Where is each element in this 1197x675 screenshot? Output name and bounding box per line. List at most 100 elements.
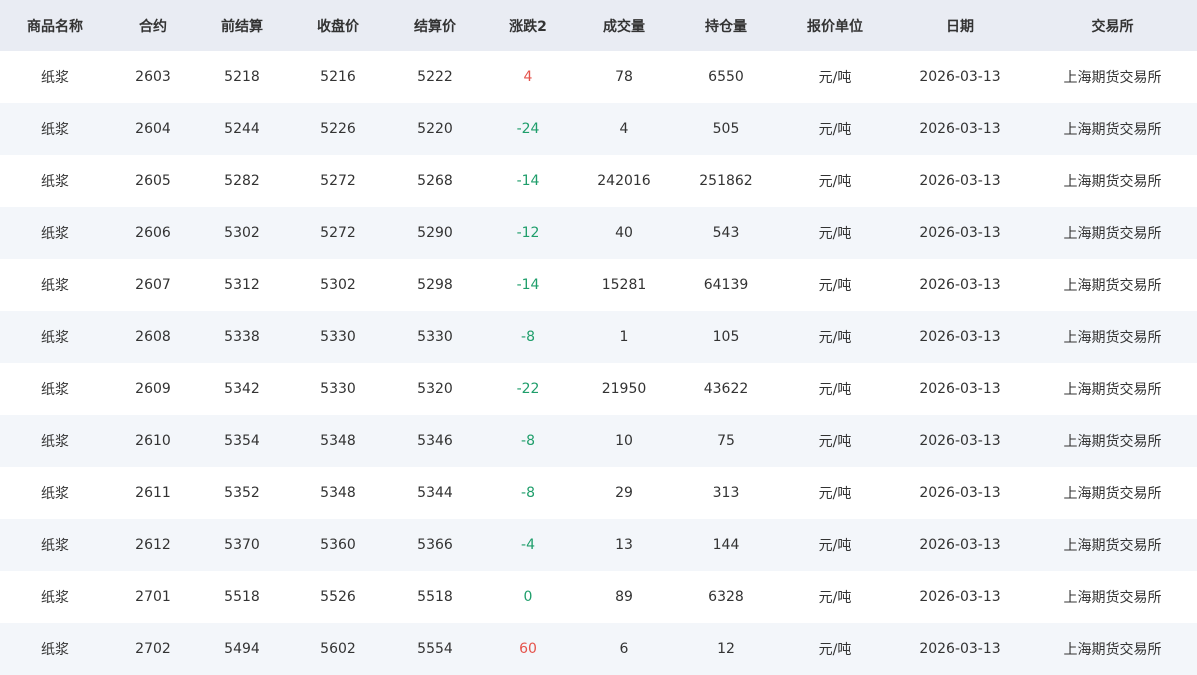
cell-date: 2026-03-13 xyxy=(919,641,1001,657)
cell-exchange: 上海期货交易所 xyxy=(1063,122,1162,138)
cell-unit: 元/吨 xyxy=(818,278,852,294)
cell-commodity-name: 纸浆 xyxy=(41,70,69,86)
cell-unit: 元/吨 xyxy=(818,330,852,346)
cell-commodity-name: 纸浆 xyxy=(41,174,69,190)
cell-unit: 元/吨 xyxy=(818,382,852,398)
cell-exchange: 上海期货交易所 xyxy=(1063,174,1162,190)
cell-contract: 2701 xyxy=(135,589,171,605)
cell-date: 2026-03-13 xyxy=(919,225,1001,241)
table-row: 纸浆 2604 5244 5226 5220 -24 4 505 元/吨 2026-03-13 上海… xyxy=(0,103,1197,155)
header-unit[interactable]: 报价单位 xyxy=(778,0,892,51)
cell-change: 60 xyxy=(519,641,537,657)
cell-contract: 2609 xyxy=(135,381,171,397)
table-header: 商品名称 合约 前结算 收盘价 结算价 涨跌2 成交量 持仓量 报价单位 日期 … xyxy=(0,0,1197,51)
cell-open-interest: 12 xyxy=(717,641,735,657)
cell-change: -8 xyxy=(521,329,535,345)
cell-settle: 5222 xyxy=(417,69,453,85)
cell-settle: 5366 xyxy=(417,537,453,553)
cell-unit: 元/吨 xyxy=(818,642,852,658)
cell-volume: 40 xyxy=(615,225,633,241)
cell-date: 2026-03-13 xyxy=(919,277,1001,293)
header-close[interactable]: 收盘价 xyxy=(288,0,388,51)
cell-prev-settle: 5370 xyxy=(224,537,260,553)
cell-change: 0 xyxy=(523,589,533,605)
cell-commodity-name: 纸浆 xyxy=(41,382,69,398)
table-row: 纸浆 2606 5302 5272 5290 -12 40 543 元/吨 2026-03-13 上… xyxy=(0,207,1197,259)
cell-settle: 5346 xyxy=(417,433,453,449)
cell-prev-settle: 5352 xyxy=(224,485,260,501)
cell-commodity-name: 纸浆 xyxy=(41,278,69,294)
cell-date: 2026-03-13 xyxy=(919,173,1001,189)
cell-close: 5526 xyxy=(320,589,356,605)
cell-prev-settle: 5494 xyxy=(224,641,260,657)
cell-close: 5302 xyxy=(320,277,356,293)
cell-settle: 5290 xyxy=(417,225,453,241)
header-volume[interactable]: 成交量 xyxy=(574,0,674,51)
cell-prev-settle: 5282 xyxy=(224,173,260,189)
cell-commodity-name: 纸浆 xyxy=(41,226,69,242)
cell-unit: 元/吨 xyxy=(818,486,852,502)
header-exchange[interactable]: 交易所 xyxy=(1028,0,1197,51)
cell-settle: 5330 xyxy=(417,329,453,345)
cell-open-interest: 43622 xyxy=(703,381,749,397)
cell-open-interest: 505 xyxy=(712,121,740,137)
cell-volume: 10 xyxy=(615,433,633,449)
cell-settle: 5320 xyxy=(417,381,453,397)
table-row: 纸浆 2607 5312 5302 5298 -14 15281 64139 元/吨 2026-0… xyxy=(0,259,1197,311)
cell-commodity-name: 纸浆 xyxy=(41,590,69,606)
cell-open-interest: 75 xyxy=(717,433,735,449)
cell-settle: 5298 xyxy=(417,277,453,293)
header-commodity-name[interactable]: 商品名称 xyxy=(0,0,110,51)
cell-date: 2026-03-13 xyxy=(919,69,1001,85)
cell-open-interest: 105 xyxy=(712,329,740,345)
cell-prev-settle: 5312 xyxy=(224,277,260,293)
header-contract[interactable]: 合约 xyxy=(110,0,196,51)
cell-commodity-name: 纸浆 xyxy=(41,434,69,450)
cell-unit: 元/吨 xyxy=(818,590,852,606)
cell-volume: 242016 xyxy=(597,173,651,189)
cell-change: -8 xyxy=(521,433,535,449)
cell-close: 5602 xyxy=(320,641,356,657)
cell-date: 2026-03-13 xyxy=(919,381,1001,397)
cell-change: -14 xyxy=(516,277,540,293)
header-date[interactable]: 日期 xyxy=(892,0,1028,51)
cell-open-interest: 543 xyxy=(712,225,740,241)
cell-unit: 元/吨 xyxy=(818,174,852,190)
cell-close: 5216 xyxy=(320,69,356,85)
cell-exchange: 上海期货交易所 xyxy=(1063,538,1162,554)
header-change[interactable]: 涨跌2 xyxy=(482,0,574,51)
cell-commodity-name: 纸浆 xyxy=(41,486,69,502)
cell-volume: 89 xyxy=(615,589,633,605)
cell-contract: 2611 xyxy=(135,485,171,501)
cell-volume: 6 xyxy=(619,641,629,657)
cell-close: 5330 xyxy=(320,329,356,345)
cell-volume: 15281 xyxy=(601,277,647,293)
cell-unit: 元/吨 xyxy=(818,538,852,554)
header-settle[interactable]: 结算价 xyxy=(388,0,482,51)
cell-prev-settle: 5218 xyxy=(224,69,260,85)
cell-exchange: 上海期货交易所 xyxy=(1063,330,1162,346)
cell-settle: 5518 xyxy=(417,589,453,605)
header-open-interest[interactable]: 持仓量 xyxy=(674,0,778,51)
cell-settle: 5268 xyxy=(417,173,453,189)
cell-change: 4 xyxy=(523,69,533,85)
cell-unit: 元/吨 xyxy=(818,70,852,86)
cell-contract: 2610 xyxy=(135,433,171,449)
cell-prev-settle: 5342 xyxy=(224,381,260,397)
table-row: 纸浆 2701 5518 5526 5518 0 89 6328 元/吨 2026-03-13 上海… xyxy=(0,571,1197,623)
cell-unit: 元/吨 xyxy=(818,122,852,138)
cell-change: -24 xyxy=(516,121,540,137)
table-row: 纸浆 2608 5338 5330 5330 -8 1 105 元/吨 2026-03-13 上海期… xyxy=(0,311,1197,363)
cell-unit: 元/吨 xyxy=(818,434,852,450)
cell-commodity-name: 纸浆 xyxy=(41,122,69,138)
cell-open-interest: 6328 xyxy=(708,589,744,605)
cell-date: 2026-03-13 xyxy=(919,329,1001,345)
cell-exchange: 上海期货交易所 xyxy=(1063,70,1162,86)
cell-change: -14 xyxy=(516,173,540,189)
cell-open-interest: 6550 xyxy=(708,69,744,85)
cell-prev-settle: 5338 xyxy=(224,329,260,345)
cell-volume: 13 xyxy=(615,537,633,553)
cell-exchange: 上海期货交易所 xyxy=(1063,278,1162,294)
header-prev-settle[interactable]: 前结算 xyxy=(196,0,288,51)
cell-exchange: 上海期货交易所 xyxy=(1063,226,1162,242)
